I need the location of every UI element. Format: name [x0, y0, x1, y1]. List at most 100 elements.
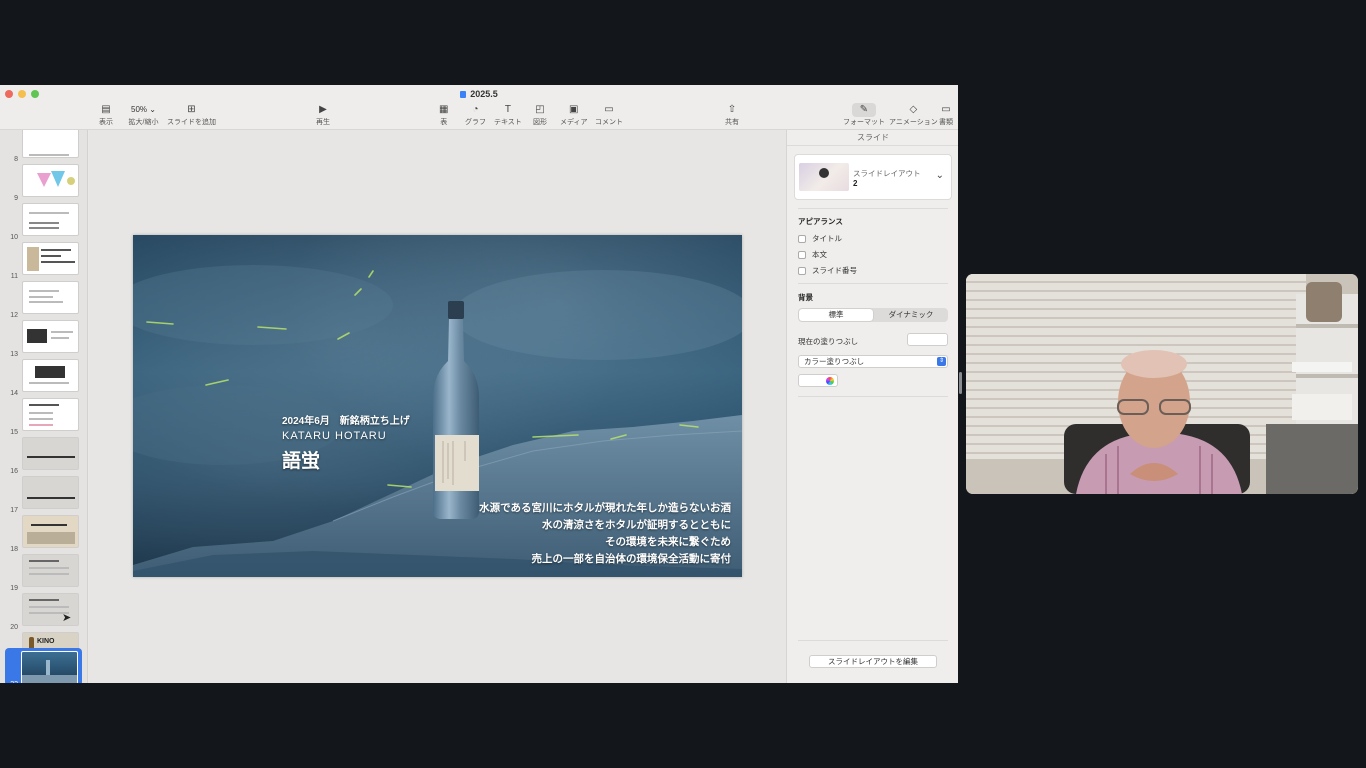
format-button[interactable]: ✎ フォーマット [843, 103, 885, 127]
select-arrows-icon: ⇕ [937, 357, 946, 366]
slide-thumbnail-image [22, 437, 79, 470]
divider [798, 396, 948, 397]
participant-video-image [966, 274, 1358, 494]
sake-bottle-image [433, 301, 479, 519]
slide-thumbnail-14[interactable]: 14 [0, 358, 87, 397]
add-slide-icon: ⊞ [187, 104, 196, 115]
slide-thumbnail-image [22, 554, 79, 587]
slide-body-line-3: その環境を未来に繋ぐため [605, 536, 731, 548]
edit-slide-layout-button[interactable]: スライドレイアウトを編集 [809, 655, 937, 668]
body-checkbox[interactable]: 本文 [798, 249, 827, 260]
keynote-window: 2025.5 ▤ 表示 50% ⌄ 拡大/縮小 ⊞ スライドを追加 ▶ 再生 ▦… [0, 85, 958, 683]
current-fill-color-well[interactable] [907, 333, 948, 346]
slide-number-checkbox[interactable]: スライド番号 [798, 265, 857, 276]
slide-thumbnail-image [22, 398, 79, 431]
checkbox-box [798, 266, 806, 275]
segment-standard[interactable]: 標準 [799, 309, 873, 321]
color-wheel-icon[interactable] [826, 377, 834, 385]
title-checkbox[interactable]: タイトル [798, 233, 842, 244]
background-segmented-control: 標準 ダイナミック [798, 308, 948, 322]
divider [798, 283, 948, 284]
video-participant-feed [966, 274, 1358, 494]
fill-type-select[interactable]: カラー塗りつぶし ⇕ [798, 355, 948, 368]
slide-thumbnail-11[interactable]: 11 [0, 241, 87, 280]
animate-icon: ◇ [909, 104, 918, 115]
checkbox-box [798, 250, 806, 259]
format-inspector: スライド スライドレイアウト 2 ⌄ アピアランス タイトル 本文 スライド番号… [786, 130, 958, 683]
table-icon: ▦ [439, 104, 449, 115]
zoom-button[interactable]: 50% ⌄ 拡大/縮小 [127, 103, 160, 127]
slide-thumbnail-image [22, 320, 79, 353]
slide-product-name: 語蛍 [282, 451, 321, 472]
shape-button[interactable]: ◰ 図形 [533, 103, 547, 127]
animate-button[interactable]: ◇ アニメーション [889, 103, 938, 127]
slide-body-line-4: 売上の一部を自治体の環境保全活動に寄付 [531, 553, 732, 565]
document-title: 2025.5 [0, 89, 958, 99]
chart-icon: ◔ [472, 104, 479, 115]
background-title: 背景 [798, 293, 813, 302]
slide-thumbnail-image [22, 164, 79, 197]
slide-thumbnail-10[interactable]: 10 [0, 202, 87, 241]
slide-brand-line: KATARU HOTARU [282, 430, 387, 442]
slide-thumbnail-13[interactable]: 13 [0, 319, 87, 358]
chart-button[interactable]: ◔ グラフ [465, 103, 486, 127]
slide-thumbnail-22[interactable]: 22 [5, 648, 82, 683]
divider [798, 208, 948, 209]
media-button[interactable]: ▣ メディア [560, 103, 588, 127]
play-button[interactable]: ▶ 再生 [316, 103, 330, 127]
segment-dynamic[interactable]: ダイナミック [874, 308, 948, 322]
shape-icon: ◰ [535, 104, 545, 115]
slide-thumbnail-image [22, 359, 79, 392]
zoom-value: 50% ⌄ [131, 105, 156, 114]
slide-thumbnail-20[interactable]: 20 [0, 592, 87, 631]
resize-handle[interactable] [959, 372, 962, 394]
slide-navigator: 8 9 10 11 12 13 14 15 16 17 18 19 20 KIN… [0, 130, 88, 683]
view-button[interactable]: ▤ 表示 [99, 103, 113, 127]
share-button[interactable]: ⇧ 共有 [725, 103, 739, 127]
slide-body-line-2: 水の清涼さをホタルが証明するとともに [542, 519, 731, 531]
slide-body-line-1: 水源である宮川にホタルが現れた年しか造らないお酒 [479, 502, 731, 514]
slide-thumbnail-image [22, 203, 79, 236]
document-icon: ▭ [941, 104, 951, 115]
fill-color-swatch[interactable] [798, 374, 838, 387]
slide-thumbnail-12[interactable]: 12 [0, 280, 87, 319]
slide-thumbnail-19[interactable]: 19 [0, 553, 87, 592]
slide-thumbnail-16[interactable]: 16 [0, 436, 87, 475]
keynote-doc-icon [460, 91, 467, 98]
text-button[interactable]: T テキスト [494, 103, 522, 127]
slide-thumbnail-15[interactable]: 15 [0, 397, 87, 436]
table-button[interactable]: ▦ 表 [439, 103, 448, 127]
slide-thumbnail-image [22, 130, 79, 158]
play-icon: ▶ [319, 104, 327, 115]
add-slide-button[interactable]: ⊞ スライドを追加 [167, 103, 216, 127]
media-icon: ▣ [569, 104, 579, 115]
slide-date-line: 2024年6月 新銘柄立ち上げ [282, 416, 410, 427]
chevron-down-icon: ⌄ [935, 170, 944, 181]
slide-thumbnail-17[interactable]: 17 [0, 475, 87, 514]
inspector-tab-slide[interactable]: スライド [787, 130, 958, 146]
slide-thumbnail-18[interactable]: 18 [0, 514, 87, 553]
screen: { "window": { "title": "2025.5" }, "tool… [0, 0, 1366, 768]
divider [798, 640, 948, 641]
share-icon: ⇧ [727, 104, 737, 115]
slide-thumbnail-image [22, 476, 79, 509]
current-slide[interactable]: 2024年6月 新銘柄立ち上げ KATARU HOTARU 語蛍 水源である宮川… [133, 235, 742, 577]
comment-button[interactable]: ▭ コメント [595, 103, 623, 127]
appearance-title: アピアランス [798, 217, 843, 226]
checkbox-box [798, 234, 806, 243]
slide-thumbnail-image [21, 651, 78, 683]
mouse-cursor-icon: ➤ [62, 612, 72, 624]
text-icon: T [504, 104, 511, 115]
slide-thumbnail-image [22, 242, 79, 275]
toolbar: 2025.5 ▤ 表示 50% ⌄ 拡大/縮小 ⊞ スライドを追加 ▶ 再生 ▦… [0, 85, 958, 130]
comment-icon: ▭ [604, 104, 614, 115]
format-brush-icon: ✎ [851, 103, 877, 117]
document-button[interactable]: ▭ 書類 [939, 103, 953, 127]
slide-thumbnail-9[interactable]: 9 [0, 163, 87, 202]
slide-thumbnail-8[interactable]: 8 [0, 130, 87, 163]
slide-canvas[interactable]: 2024年6月 新銘柄立ち上げ KATARU HOTARU 語蛍 水源である宮川… [89, 130, 786, 683]
slide-thumbnail-image [22, 515, 79, 548]
sidebar-view-icon: ▤ [101, 104, 111, 115]
slide-layout-thumbnail [799, 163, 849, 191]
slide-layout-picker[interactable]: スライドレイアウト 2 ⌄ [794, 154, 952, 200]
